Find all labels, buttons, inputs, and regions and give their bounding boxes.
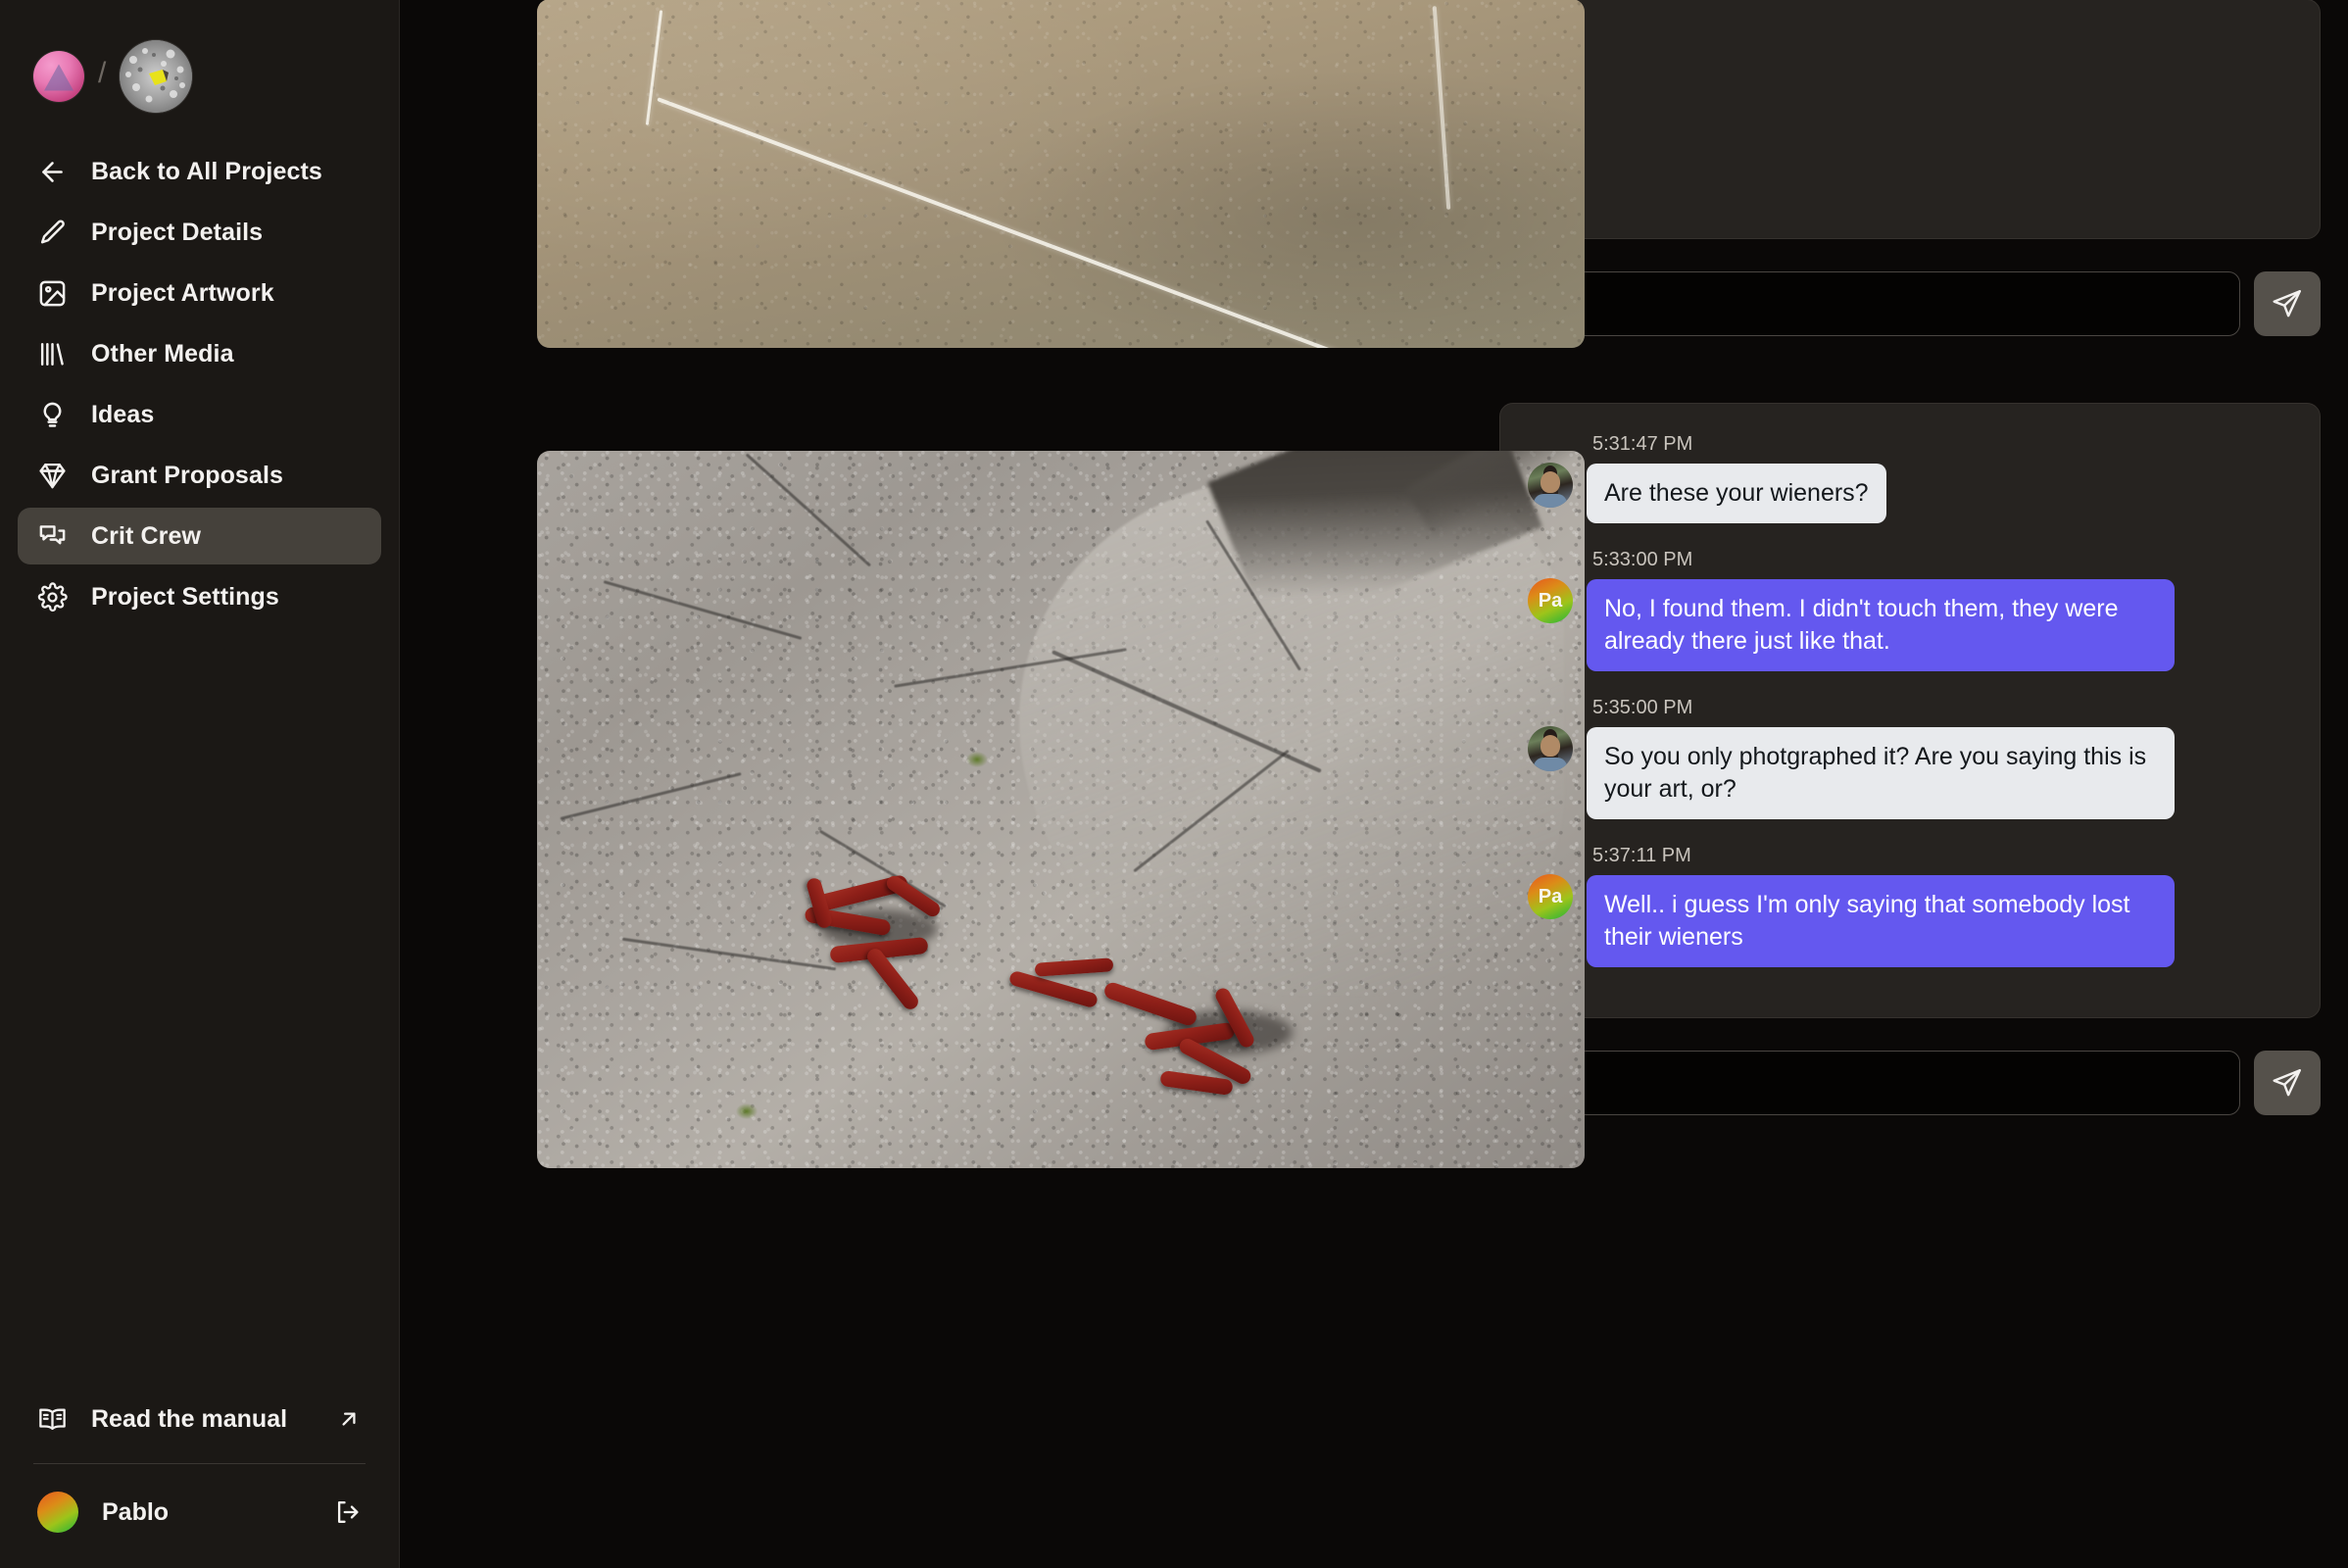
avatar: Pa: [1528, 874, 1573, 919]
chat-panel-messages[interactable]: 5:31:47 PM Are these your wieners? Pa 5:…: [1499, 403, 2321, 1018]
sidebar-item-label: Grant Proposals: [91, 461, 283, 489]
user-name-label: Pablo: [102, 1497, 170, 1526]
sidebar-item-other-media[interactable]: Other Media: [18, 325, 381, 382]
lightbulb-icon: [37, 400, 68, 430]
read-the-manual-label: Read the manual: [91, 1404, 288, 1433]
red-sausages-on-concrete-photo[interactable]: [537, 451, 1585, 1168]
send-paper-plane-icon: [2271, 1066, 2304, 1100]
arrow-left-icon: [37, 157, 68, 187]
breadcrumb: /: [0, 0, 399, 118]
send-button-top[interactable]: [2254, 271, 2321, 336]
sidebar-item-grant-proposals[interactable]: Grant Proposals: [18, 447, 381, 504]
breadcrumb-separator: /: [98, 57, 107, 89]
sidebar-item-back-to-all-projects[interactable]: Back to All Projects: [18, 143, 381, 200]
main-content: 5:31:47 PM Are these your wieners? Pa 5:…: [400, 0, 2348, 1568]
message-input-top[interactable]: [1499, 271, 2240, 336]
sidebar-item-crit-crew[interactable]: Crit Crew: [18, 508, 381, 564]
arrow-up-right-icon: [336, 1406, 362, 1432]
message-bubble: So you only photgraphed it? Are you sayi…: [1587, 727, 2175, 819]
chat-message: 5:35:00 PM So you only photgraphed it? A…: [1528, 697, 2292, 819]
send-button-bottom[interactable]: [2254, 1051, 2321, 1115]
sidebar-item-project-details[interactable]: Project Details: [18, 204, 381, 261]
message-timestamp: 5:33:00 PM: [1592, 549, 1693, 570]
avatar: [1528, 463, 1573, 508]
sidebar: / Back to All Projects Project Details P…: [0, 0, 400, 1568]
chalk-mark: [645, 9, 662, 125]
message-composer-top: [1499, 271, 2321, 336]
message-composer-bottom: [1499, 1051, 2321, 1115]
message-body: 5:33:00 PM No, I found them. I didn't to…: [1587, 549, 2175, 671]
message-timestamp: 5:35:00 PM: [1592, 697, 1693, 718]
chat-bubbles-icon: [37, 521, 68, 552]
project-thumbnail-avatar[interactable]: [120, 40, 193, 113]
photo-surface: [537, 451, 1585, 1168]
message-body: 5:31:47 PM Are these your wieners?: [1587, 433, 1886, 523]
chat-panel-top[interactable]: [1499, 0, 2321, 239]
sidebar-item-project-artwork[interactable]: Project Artwork: [18, 265, 381, 321]
chat-message: 5:31:47 PM Are these your wieners?: [1528, 433, 2292, 523]
gear-icon: [37, 581, 68, 612]
message-body: 5:37:11 PM Well.. i guess I'm only sayin…: [1587, 845, 2175, 967]
open-book-icon: [37, 1404, 68, 1435]
chat-message: Pa 5:37:11 PM Well.. i guess I'm only sa…: [1528, 845, 2292, 967]
pencil-icon: [37, 218, 68, 248]
message-bubble: Are these your wieners?: [1587, 464, 1886, 523]
sidebar-item-label: Crit Crew: [91, 521, 202, 550]
sidebar-item-label: Back to All Projects: [91, 157, 322, 185]
chalk-mark: [1432, 6, 1450, 210]
sidebar-footer: Read the manual Pablo: [0, 1391, 399, 1568]
sidebar-nav: Back to All Projects Project Details Pro…: [0, 118, 399, 625]
message-timestamp: 5:37:11 PM: [1592, 845, 1691, 866]
diamond-icon: [37, 461, 68, 491]
app-root: / Back to All Projects Project Details P…: [0, 0, 2348, 1568]
photo-surface: [537, 0, 1585, 348]
chalk-mark: [657, 96, 1375, 348]
books-icon: [37, 339, 68, 369]
message-bubble: No, I found them. I didn't touch them, t…: [1587, 579, 2175, 671]
pyramid-logo-icon[interactable]: [33, 51, 84, 102]
chat-message: Pa 5:33:00 PM No, I found them. I didn't…: [1528, 549, 2292, 671]
message-timestamp: 5:31:47 PM: [1592, 433, 1693, 455]
read-the-manual-link[interactable]: Read the manual: [18, 1391, 381, 1447]
crit-crew-chat-column: 5:31:47 PM Are these your wieners? Pa 5:…: [1472, 0, 2348, 1568]
artwork-column: [400, 0, 1585, 1568]
user-gradient-avatar: [37, 1492, 78, 1533]
avatar: [1528, 726, 1573, 771]
sidebar-item-project-settings[interactable]: Project Settings: [18, 568, 381, 625]
user-account-row[interactable]: Pablo: [18, 1478, 381, 1546]
message-body: 5:35:00 PM So you only photgraphed it? A…: [1587, 697, 2175, 819]
sidebar-item-ideas[interactable]: Ideas: [18, 386, 381, 443]
logout-icon[interactable]: [334, 1498, 362, 1526]
image-icon: [37, 278, 68, 309]
message-bubble: Well.. i guess I'm only saying that some…: [1587, 875, 2175, 967]
sidebar-item-label: Ideas: [91, 400, 155, 428]
message-input-bottom[interactable]: [1499, 1051, 2240, 1115]
avatar: Pa: [1528, 578, 1573, 623]
sidebar-item-label: Project Settings: [91, 582, 279, 611]
send-paper-plane-icon: [2271, 287, 2304, 320]
sidebar-item-label: Project Details: [91, 218, 264, 246]
chalk-lines-on-dirt-photo[interactable]: [537, 0, 1585, 348]
footer-divider: [33, 1463, 366, 1464]
sidebar-item-label: Project Artwork: [91, 278, 274, 307]
sidebar-item-label: Other Media: [91, 339, 234, 368]
